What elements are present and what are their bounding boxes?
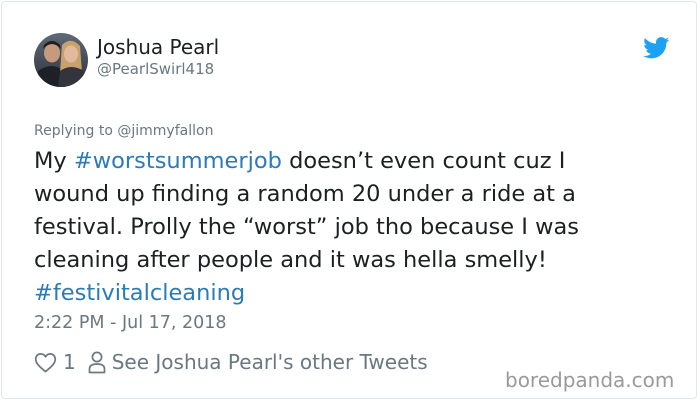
see-other-tweets-link[interactable]: See Joshua Pearl's other Tweets <box>112 350 428 374</box>
like-count[interactable]: 1 <box>63 350 76 374</box>
tweet-line: festival. Prolly the “worst” job tho bec… <box>34 211 674 244</box>
tweet-text-segment: cleaning after people and it was hella s… <box>34 247 547 273</box>
watermark: boredpanda.com <box>505 368 675 392</box>
author-name[interactable]: Joshua Pearl <box>97 35 219 59</box>
tweet-line: cleaning after people and it was hella s… <box>34 244 674 277</box>
tweet-card: Joshua Pearl @PearlSwirl418 Replying to … <box>1 1 697 399</box>
tweet-timestamp[interactable]: 2:22 PM - Jul 17, 2018 <box>34 313 227 333</box>
tweet-text-segment: festival. Prolly the “worst” job tho bec… <box>34 214 579 240</box>
tweet-line: wound up finding a random 20 under a rid… <box>34 178 674 211</box>
hashtag-link[interactable]: #festivitalcleaning <box>34 280 245 306</box>
replying-to[interactable]: Replying to @jimmyfallon <box>34 123 213 139</box>
tweet-text-segment: My <box>34 148 74 174</box>
tweet-line: My #worstsummerjob doesn’t even count cu… <box>34 145 674 178</box>
hashtag-link[interactable]: #worstsummerjob <box>74 148 282 174</box>
tweet-text-segment: wound up finding a random 20 under a rid… <box>34 181 576 207</box>
tweet-text-segment: doesn’t even count cuz I <box>281 148 566 174</box>
tweet-line: #festivitalcleaning <box>34 277 674 310</box>
tweet-actions: 1 See Joshua Pearl's other Tweets <box>34 348 428 376</box>
tweet-text: My #worstsummerjob doesn’t even count cu… <box>34 145 674 310</box>
heart-icon[interactable] <box>34 352 57 373</box>
twitter-bird-icon[interactable] <box>643 37 670 59</box>
avatar[interactable] <box>34 33 88 87</box>
person-icon[interactable] <box>88 350 106 374</box>
author-handle[interactable]: @PearlSwirl418 <box>97 60 214 78</box>
